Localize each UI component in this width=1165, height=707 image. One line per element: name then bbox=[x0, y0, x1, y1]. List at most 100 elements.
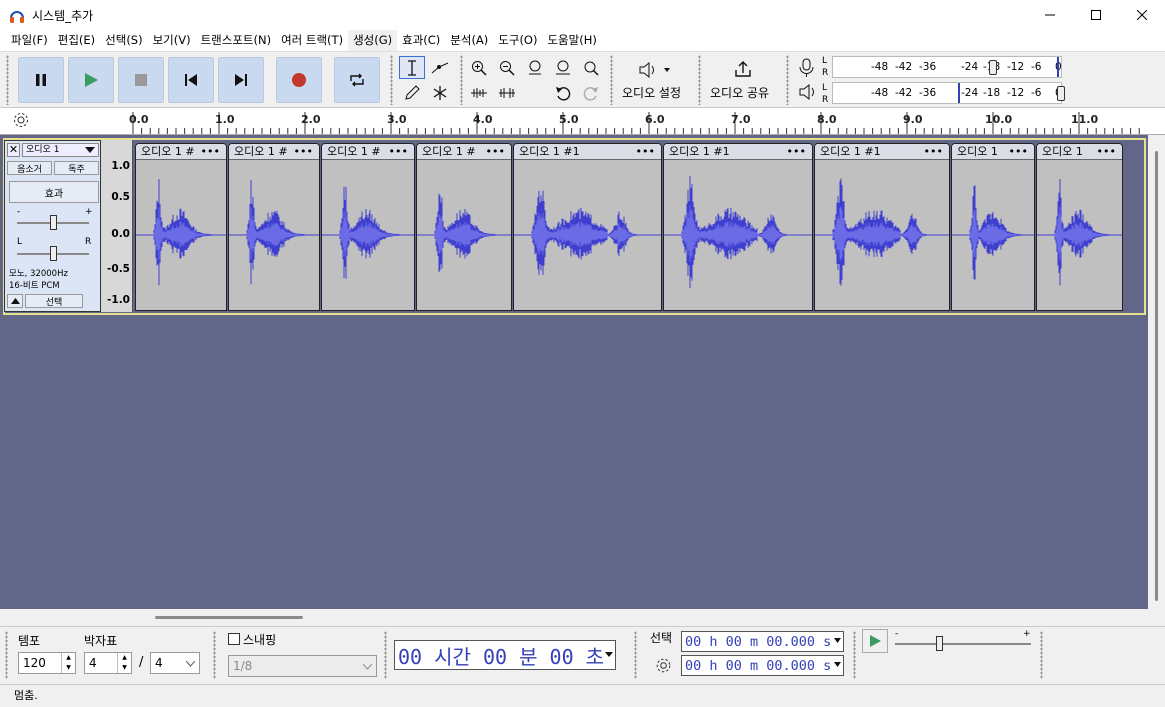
audio-clip[interactable]: 오디오 1 #1 ••• bbox=[663, 143, 813, 311]
timesig-spinner[interactable]: ▲ ▼ bbox=[117, 653, 131, 673]
clip-header[interactable]: 오디오 1 #1 ••• bbox=[514, 144, 661, 160]
menu-help[interactable]: 도움말(H) bbox=[542, 30, 601, 51]
play-at-speed-button[interactable] bbox=[862, 629, 888, 653]
menu-view[interactable]: 보기(V) bbox=[148, 30, 196, 51]
trim-button[interactable] bbox=[466, 81, 492, 104]
menu-generate[interactable]: 생성(G) bbox=[348, 30, 398, 51]
pan-slider[interactable] bbox=[50, 246, 57, 261]
tempo-spinner[interactable]: ▲ ▼ bbox=[61, 653, 75, 673]
audio-setup-button[interactable]: 오디오 설정 bbox=[618, 56, 694, 104]
vertical-scrollbar[interactable] bbox=[1148, 135, 1165, 609]
clip-header[interactable]: 오디오 1 #1 ••• bbox=[815, 144, 949, 160]
fit-project-button[interactable] bbox=[550, 56, 576, 79]
audio-clip[interactable]: 오디오 1 # ••• bbox=[228, 143, 320, 311]
skip-end-button[interactable] bbox=[218, 57, 264, 103]
mute-button[interactable]: 음소거 bbox=[7, 161, 52, 175]
draw-tool[interactable] bbox=[399, 81, 425, 104]
zoom-toggle-button[interactable] bbox=[578, 56, 604, 79]
clip-menu-button[interactable]: ••• bbox=[1097, 144, 1116, 159]
undo-button[interactable] bbox=[550, 81, 576, 104]
stop-button[interactable] bbox=[118, 57, 164, 103]
tempo-input[interactable]: 120 ▲ ▼ bbox=[18, 652, 76, 674]
maximize-button[interactable] bbox=[1073, 0, 1119, 30]
amplitude-scale[interactable]: 1.0 0.5 0.0 -0.5 -1.0 bbox=[101, 140, 133, 312]
menu-tracks[interactable]: 여러 트랙(T) bbox=[276, 30, 348, 51]
menu-edit[interactable]: 편집(E) bbox=[53, 30, 100, 51]
clip-menu-button[interactable]: ••• bbox=[201, 144, 220, 159]
clip-header[interactable]: 오디오 1 # ••• bbox=[229, 144, 319, 160]
selection-settings-button[interactable] bbox=[655, 657, 672, 677]
microphone-icon[interactable] bbox=[798, 58, 816, 78]
minimize-button[interactable] bbox=[1027, 0, 1073, 30]
selection-tool[interactable] bbox=[399, 56, 425, 79]
gain-slider[interactable] bbox=[50, 215, 57, 230]
menu-file[interactable]: 파일(F) bbox=[6, 30, 53, 51]
close-button[interactable] bbox=[1119, 0, 1165, 30]
timesig-numerator-input[interactable]: 4 ▲ ▼ bbox=[84, 652, 132, 674]
effects-button[interactable]: 효과 bbox=[9, 181, 99, 203]
horizontal-scrollbar[interactable] bbox=[0, 609, 1148, 626]
play-level-slider[interactable] bbox=[1057, 86, 1065, 101]
speaker-icon[interactable] bbox=[798, 84, 818, 100]
menu-select[interactable]: 선택(S) bbox=[100, 30, 147, 51]
zoom-in-button[interactable] bbox=[466, 56, 492, 79]
clip-menu-button[interactable]: ••• bbox=[924, 144, 943, 159]
clip-header[interactable]: 오디오 1 # ••• bbox=[417, 144, 511, 160]
collapse-track-button[interactable] bbox=[7, 294, 23, 308]
menu-analyze[interactable]: 분석(A) bbox=[445, 30, 493, 51]
speed-slider[interactable] bbox=[936, 636, 943, 651]
clip-menu-button[interactable]: ••• bbox=[636, 144, 655, 159]
selection-end-time[interactable]: 00 h 00 m 00.000 s bbox=[681, 655, 844, 676]
audio-clip[interactable]: 오디오 1 #1 ••• bbox=[814, 143, 950, 311]
toolbar-grip[interactable] bbox=[610, 55, 613, 105]
snapping-checkbox[interactable] bbox=[228, 633, 240, 645]
recording-meter[interactable]: -48 -42 -36 -24 -18 -12 -6 0 bbox=[832, 56, 1062, 78]
zoom-out-button[interactable] bbox=[494, 56, 520, 79]
toolbar-grip[interactable] bbox=[698, 55, 701, 105]
menu-effect[interactable]: 효과(C) bbox=[397, 30, 445, 51]
audio-clip[interactable]: 오디오 1 # ••• bbox=[321, 143, 415, 311]
vertical-scroll-thumb[interactable] bbox=[1155, 151, 1158, 601]
loop-button[interactable] bbox=[334, 57, 380, 103]
menu-transport[interactable]: 트랜스포트(N) bbox=[196, 30, 276, 51]
speed-slider-track[interactable] bbox=[895, 643, 1031, 645]
clip-header[interactable]: 오디오 1 ••• bbox=[952, 144, 1034, 160]
audio-clip[interactable]: 오디오 1 #1 ••• bbox=[513, 143, 662, 311]
track-name-menu[interactable]: 오디오 1 bbox=[22, 143, 99, 157]
pause-button[interactable] bbox=[18, 57, 64, 103]
toolbar-grip[interactable] bbox=[853, 631, 856, 679]
clip-header[interactable]: 오디오 1 # ••• bbox=[136, 144, 226, 160]
selection-start-time[interactable]: 00 h 00 m 00.000 s bbox=[681, 631, 844, 652]
clip-header[interactable]: 오디오 1 # ••• bbox=[322, 144, 414, 160]
playback-meter[interactable]: -48 -42 -36 -24 -18 -12 -6 0 bbox=[832, 82, 1065, 104]
clip-menu-button[interactable]: ••• bbox=[486, 144, 505, 159]
clip-menu-button[interactable]: ••• bbox=[294, 144, 313, 159]
toolbar-grip[interactable] bbox=[5, 631, 8, 679]
fit-selection-button[interactable] bbox=[522, 56, 548, 79]
toolbar-grip[interactable] bbox=[6, 55, 9, 105]
clip-menu-button[interactable]: ••• bbox=[1009, 144, 1028, 159]
audio-clip[interactable]: 오디오 1 # ••• bbox=[416, 143, 512, 311]
clip-header[interactable]: 오디오 1 ••• bbox=[1037, 144, 1122, 160]
menu-tools[interactable]: 도구(O) bbox=[493, 30, 542, 51]
timeline-ruler[interactable]: 0.0 1.0 2.0 3.0 4.0 5.0 6.0 7.0 8.0 9.0 … bbox=[0, 108, 1165, 135]
silence-button[interactable] bbox=[494, 81, 520, 104]
toolbar-grip[interactable] bbox=[634, 631, 637, 679]
record-button[interactable] bbox=[276, 57, 322, 103]
toolbar-grip[interactable] bbox=[213, 631, 216, 679]
clip-menu-button[interactable]: ••• bbox=[389, 144, 408, 159]
toolbar-grip[interactable] bbox=[786, 55, 789, 105]
redo-button[interactable] bbox=[578, 81, 604, 104]
clip-header[interactable]: 오디오 1 #1 ••• bbox=[664, 144, 812, 160]
toolbar-grip[interactable] bbox=[460, 55, 463, 105]
time-display[interactable]: 00 시간 00 분 00 초 bbox=[394, 640, 616, 670]
solo-button[interactable]: 독주 bbox=[54, 161, 99, 175]
audio-clip[interactable]: 오디오 1 ••• bbox=[951, 143, 1035, 311]
timesig-denominator-select[interactable]: 4 bbox=[150, 652, 200, 674]
play-button[interactable] bbox=[68, 57, 114, 103]
envelope-tool[interactable] bbox=[427, 56, 453, 79]
share-audio-button[interactable]: 오디오 공유 bbox=[706, 56, 782, 104]
track-close-button[interactable]: ✕ bbox=[7, 143, 20, 157]
toolbar-grip[interactable] bbox=[384, 631, 387, 679]
snap-select[interactable]: 1/8 bbox=[228, 655, 377, 677]
